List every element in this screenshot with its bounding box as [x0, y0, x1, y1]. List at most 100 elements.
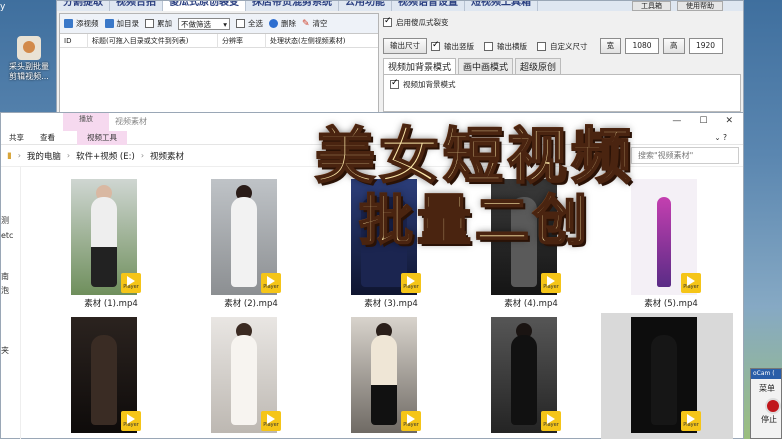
file-item[interactable]: Player 素材 (3).mp4	[311, 175, 421, 313]
thumb-figure	[91, 335, 117, 425]
list-toolbar: 添视频 加目录 累加 不做筛选 ▾ 全选 删除 ✎ 清空	[60, 14, 378, 34]
player-badge: Player	[261, 411, 281, 431]
size-row: 输出尺寸 输出竖版 输出横版 自定义尺寸 宽 1080 高 1920	[383, 38, 741, 54]
delete-icon	[269, 19, 278, 28]
col-title[interactable]: 标题(可拖入目录或文件到列表)	[88, 33, 218, 48]
file-item[interactable]: Player 素材 (1).mp4	[31, 175, 141, 313]
ocam-stop-label: 停止	[761, 415, 777, 424]
breadcrumb: ▮ › 我的电脑 › 软件+视频 (E:) › 视频素材	[7, 150, 184, 162]
nav-item[interactable]: 泡	[1, 285, 9, 296]
player-badge: Player	[121, 411, 141, 431]
thumb-figure	[511, 335, 537, 425]
search-input[interactable]: 搜索"视频素材"	[631, 147, 739, 164]
breadcrumb-separator-icon: ›	[17, 151, 21, 160]
custom-size-checkbox[interactable]	[537, 41, 546, 51]
output-size-button[interactable]: 输出尺寸	[383, 38, 427, 54]
desktop-top-label: y	[0, 2, 6, 12]
bg-mode-panel: 视频加背景模式	[383, 74, 741, 112]
player-badge: Player	[401, 411, 421, 431]
tab-voice[interactable]: 视频语音设置	[392, 1, 465, 11]
tab-split-extract[interactable]: 分割提取	[57, 1, 110, 11]
output-landscape-label: 输出横版	[497, 41, 527, 51]
app-shortcut-icon	[17, 36, 41, 60]
file-name: 素材 (1).mp4	[84, 299, 138, 309]
thumb-figure	[657, 197, 671, 287]
file-item[interactable]: Player 素材 (4).mp4	[451, 175, 561, 313]
context-tab-play[interactable]: 播放	[63, 113, 109, 131]
append-checkbox[interactable]: 累加	[145, 18, 172, 29]
maximize-icon[interactable]: ☐	[699, 116, 707, 126]
folder-icon	[104, 19, 114, 28]
width-input[interactable]: 1080	[625, 38, 659, 54]
file-item[interactable]: Player 素材 (5).mp4	[591, 175, 701, 313]
ribbon-expand-icon[interactable]: ⌄ ?	[706, 133, 735, 142]
file-item[interactable]: Player	[31, 313, 141, 439]
file-item[interactable]: Player	[451, 313, 561, 439]
col-status[interactable]: 处理状态(左侧视频素材)	[266, 34, 378, 48]
tab-video-merge[interactable]: 视频合拍	[110, 1, 163, 11]
nav-item[interactable]: 夹	[1, 345, 9, 356]
output-portrait-checkbox[interactable]	[431, 40, 440, 51]
col-id[interactable]: ID	[60, 33, 88, 48]
select-all-label: 全选	[248, 19, 263, 28]
file-item-selected[interactable]: Player	[601, 313, 733, 439]
crumb-drive[interactable]: 软件+视频 (E:)	[76, 150, 135, 162]
bg-mode-label: 视频加背景模式	[403, 80, 456, 89]
refresh-icon[interactable]: ↻	[619, 149, 627, 160]
main-tab-bar: 分割提取 视频合拍 傻瓜式原创裂变 抹店带货混剪系统 公用功能 视频语音设置 短…	[57, 1, 743, 11]
ribbon-video-tools[interactable]: 视频工具	[77, 130, 127, 145]
file-name: 素材 (4).mp4	[504, 299, 558, 309]
video-list-panel: 添视频 加目录 累加 不做筛选 ▾ 全选 删除 ✎ 清空 ID 标题(可拖入目录…	[59, 13, 379, 117]
minimize-icon[interactable]: —	[672, 116, 681, 126]
window-title: 视频素材	[115, 117, 147, 126]
thumb-figure	[371, 335, 397, 425]
file-item[interactable]: Player 素材 (2).mp4	[171, 175, 281, 313]
window-controls: — ☐ ✕	[672, 116, 733, 126]
filter-select[interactable]: 不做筛选 ▾	[178, 17, 230, 30]
output-landscape-checkbox[interactable]	[484, 41, 493, 51]
add-video-icon	[64, 19, 73, 28]
ocam-menu-button[interactable]: 菜单	[751, 379, 781, 394]
close-icon[interactable]: ✕	[725, 116, 733, 126]
bg-mode-checkbox[interactable]	[390, 78, 399, 89]
height-input[interactable]: 1920	[688, 38, 723, 54]
add-dir-button[interactable]: 加目录	[104, 18, 139, 29]
nav-item[interactable]: 测	[1, 215, 9, 226]
clear-button[interactable]: ✎ 清空	[302, 18, 328, 29]
file-item[interactable]: Player	[311, 313, 421, 439]
top-buttons: 工具箱 使用帮助	[632, 1, 743, 11]
file-item[interactable]: Player	[171, 313, 281, 439]
delete-button[interactable]: 删除	[269, 18, 296, 29]
desktop-shortcut[interactable]: 采头副批量 剪辑视频...	[6, 36, 52, 82]
col-resolution[interactable]: 分辨率	[218, 33, 266, 48]
list-header: ID 标题(可拖入目录或文件到列表) 分辨率 处理状态(左侧视频素材)	[60, 33, 378, 48]
toolbox-button[interactable]: 工具箱	[632, 1, 671, 11]
bg-mode-row: 视频加背景模式	[390, 78, 734, 90]
tab-super-original[interactable]: 超级原创	[515, 58, 562, 74]
ribbon-view[interactable]: 查看	[32, 132, 63, 143]
record-stop-icon[interactable]	[765, 398, 781, 414]
enable-fission-checkbox[interactable]	[383, 16, 392, 27]
tab-bg-mode[interactable]: 视频加背景模式	[383, 58, 457, 74]
player-badge: Player	[681, 411, 701, 431]
nav-item[interactable]: etc	[1, 231, 13, 240]
crumb-my-computer[interactable]: 我的电脑	[27, 150, 61, 162]
tab-pip-mode[interactable]: 画中画模式	[458, 58, 514, 74]
player-badge: Player	[541, 273, 561, 293]
ribbon-share[interactable]: 共享	[1, 132, 32, 143]
sub-tab-bar: 视频加背景模式 画中画模式 超级原创	[383, 58, 741, 74]
tab-toolbox[interactable]: 短视频工具箱	[465, 1, 538, 11]
custom-size-label: 自定义尺寸	[550, 41, 588, 51]
select-all-checkbox[interactable]: 全选	[236, 18, 263, 29]
help-button[interactable]: 使用帮助	[677, 1, 723, 11]
tab-common[interactable]: 公用功能	[339, 1, 392, 11]
address-bar[interactable]: ▮ › 我的电脑 › 软件+视频 (E:) › 视频素材 ↻ 搜索"视频素材"	[1, 145, 743, 167]
explorer-title-bar: 播放 视频素材 — ☐ ✕	[1, 113, 743, 131]
player-badge: Player	[541, 411, 561, 431]
nav-item[interactable]: 南	[1, 271, 9, 282]
width-label: 宽	[599, 38, 621, 54]
tab-shop-mix[interactable]: 抹店带货混剪系统	[246, 1, 339, 11]
crumb-folder[interactable]: 视频素材	[150, 150, 184, 162]
tab-original-fission[interactable]: 傻瓜式原创裂变	[163, 1, 246, 11]
add-video-button[interactable]: 添视频	[64, 18, 99, 29]
